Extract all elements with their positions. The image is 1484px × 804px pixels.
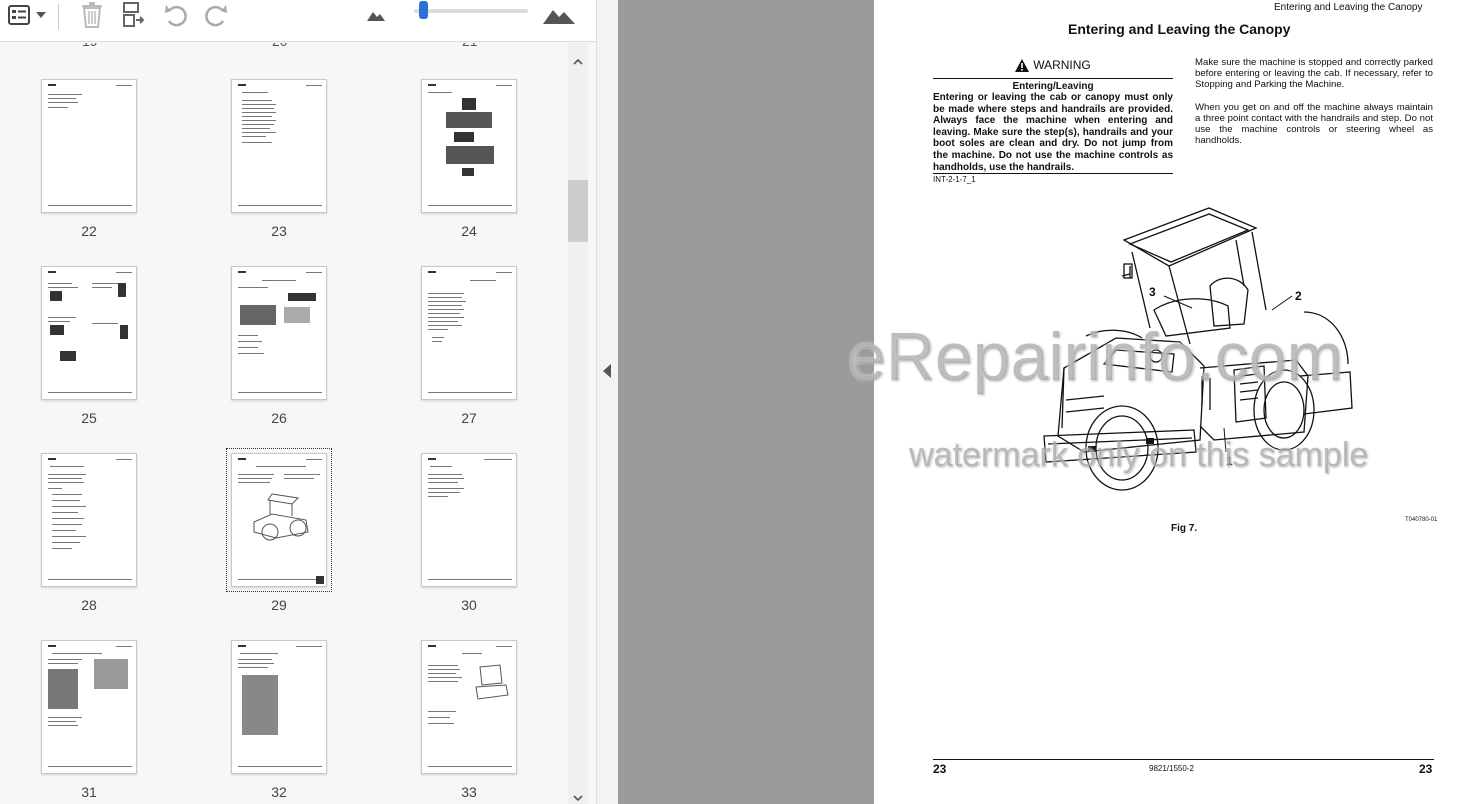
thumbnail-label: 28 bbox=[81, 597, 97, 613]
collapse-panel-icon[interactable] bbox=[603, 364, 611, 383]
page-thumbnail[interactable] bbox=[41, 79, 137, 213]
document-page: Entering and Leaving the Canopy Entering… bbox=[848, 0, 1484, 804]
thumbnail-label: 33 bbox=[461, 784, 477, 800]
pdf-viewer-app: 19 20 21 22 23 bbox=[0, 0, 1484, 804]
body-text-column: Make sure the machine is stopped and cor… bbox=[1195, 57, 1433, 157]
page-thumbnail[interactable] bbox=[421, 453, 517, 587]
warning-body: Entering or leaving the cab or canopy mu… bbox=[933, 92, 1173, 173]
thumbnail-panel: 19 20 21 22 23 bbox=[0, 0, 596, 804]
thumbnail-label: 31 bbox=[81, 784, 97, 800]
footer-page-number-right: 23 bbox=[1419, 762, 1433, 776]
panel-collapse-bar[interactable] bbox=[596, 0, 618, 804]
zoom-in-icon[interactable] bbox=[542, 0, 576, 30]
watermark-site: eRepairinfo.com bbox=[848, 319, 1344, 395]
zoom-slider-thumb[interactable] bbox=[419, 1, 429, 19]
warning-label: WARNING bbox=[1033, 58, 1091, 72]
footer-document-code: 9821/1550-2 bbox=[1149, 764, 1194, 773]
watermark-sample: watermark only on this sample bbox=[909, 436, 1369, 474]
dropdown-arrow-icon[interactable] bbox=[34, 0, 48, 30]
thumbnail-label-partial: 20 bbox=[272, 43, 288, 49]
document-background bbox=[618, 0, 874, 804]
running-header: Entering and Leaving the Canopy bbox=[1274, 2, 1423, 13]
page-thumbnail[interactable] bbox=[231, 266, 327, 400]
footer-page-number-left: 23 bbox=[933, 762, 947, 776]
thumbnail-label-partial: 19 bbox=[82, 43, 98, 49]
thumbnail-label: 30 bbox=[461, 597, 477, 613]
thumbnail-list[interactable]: 19 20 21 22 23 bbox=[0, 43, 568, 804]
warning-subtitle: Entering/Leaving bbox=[1012, 81, 1094, 92]
warning-reference: INT-2-1-7_1 bbox=[933, 175, 976, 184]
thumbnail-scrollbar[interactable] bbox=[568, 43, 588, 804]
page-title: Entering and Leaving the Canopy bbox=[1068, 21, 1291, 37]
scroll-up-icon[interactable] bbox=[573, 52, 583, 70]
thumbnail-label: 29 bbox=[271, 597, 287, 613]
warning-rule-bottom bbox=[933, 173, 1173, 174]
thumbnail-label: 22 bbox=[81, 223, 97, 239]
insert-page-icon[interactable] bbox=[118, 0, 148, 30]
scroll-down-icon[interactable] bbox=[573, 789, 583, 804]
zoom-out-icon[interactable] bbox=[364, 0, 388, 30]
page-thumbnail[interactable] bbox=[231, 640, 327, 774]
page-thumbnail[interactable] bbox=[41, 640, 137, 774]
body-paragraph: When you get on and off the machine alwa… bbox=[1195, 101, 1433, 147]
trash-icon[interactable] bbox=[76, 0, 108, 30]
figure-caption: Fig 7. bbox=[1171, 523, 1198, 534]
thumbnail-label: 27 bbox=[461, 410, 477, 426]
warning-triangle-icon bbox=[1015, 58, 1030, 72]
undo-icon[interactable] bbox=[160, 0, 192, 30]
page-thumbnail[interactable] bbox=[421, 640, 517, 774]
thumbnail-label: 26 bbox=[271, 410, 287, 426]
body-paragraph: Make sure the machine is stopped and cor… bbox=[1195, 57, 1433, 91]
warning-heading: WARNING bbox=[933, 58, 1173, 72]
thumbnail-label-partial: 21 bbox=[462, 43, 478, 49]
page-thumbnail[interactable] bbox=[41, 266, 137, 400]
footer-rule bbox=[933, 759, 1434, 760]
page-thumbnail[interactable] bbox=[41, 453, 137, 587]
zoom-slider-track[interactable] bbox=[414, 9, 528, 13]
figure-reference: T040780-01 bbox=[1405, 517, 1438, 523]
scrollbar-thumb[interactable] bbox=[568, 180, 588, 242]
thumbnail-label: 24 bbox=[461, 223, 477, 239]
thumbnail-toolbar bbox=[0, 0, 596, 42]
thumbnail-label: 32 bbox=[271, 784, 287, 800]
thumbnail-label: 23 bbox=[271, 223, 287, 239]
warning-rule-top bbox=[933, 78, 1173, 79]
redo-icon[interactable] bbox=[200, 0, 232, 30]
page-thumbnail-selected[interactable] bbox=[226, 448, 332, 592]
toolbar-separator bbox=[58, 4, 59, 30]
page-thumbnail[interactable] bbox=[421, 266, 517, 400]
thumbnail-label: 25 bbox=[81, 410, 97, 426]
thumbnail-view-icon[interactable] bbox=[4, 0, 34, 30]
page-thumbnail[interactable] bbox=[421, 79, 517, 213]
page-thumbnail[interactable] bbox=[231, 79, 327, 213]
